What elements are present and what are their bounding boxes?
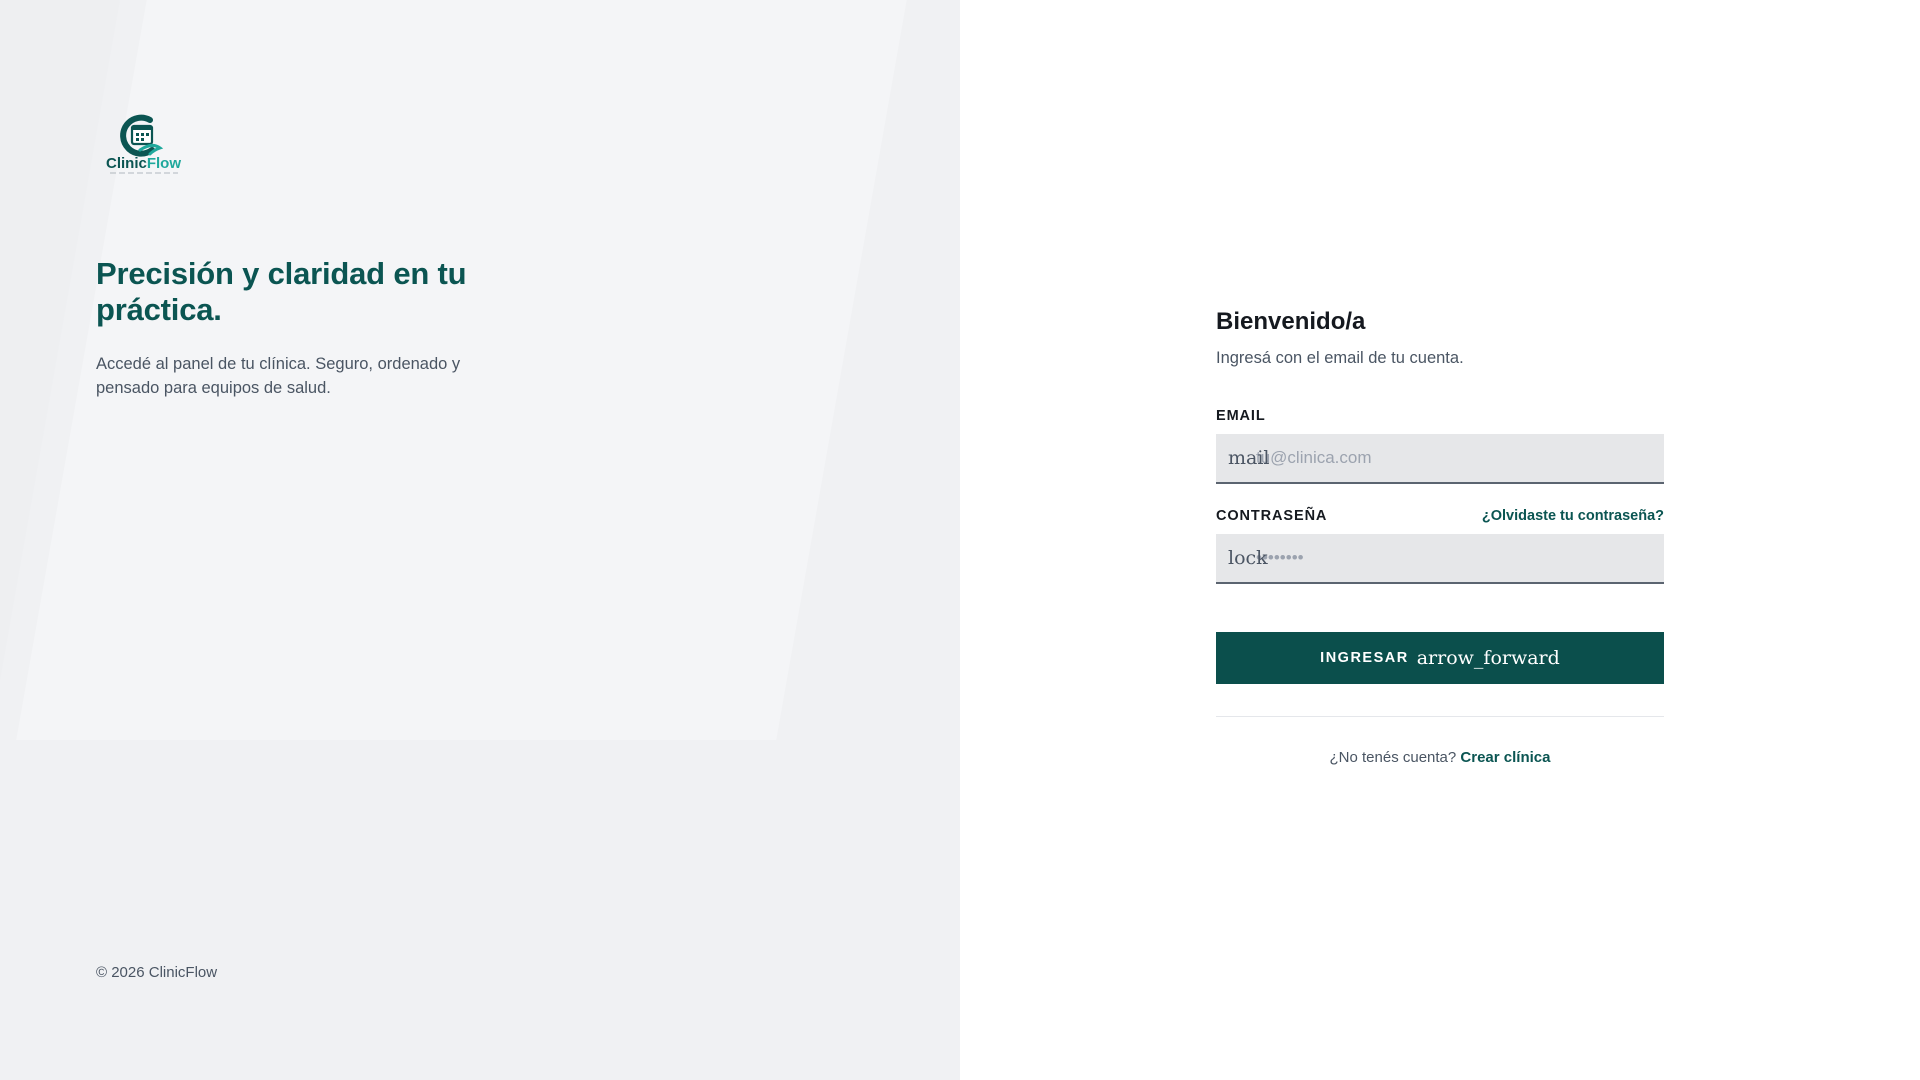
password-input[interactable] xyxy=(1216,534,1664,582)
create-clinic-link[interactable]: Crear clínica xyxy=(1460,749,1550,766)
email-label-row: EMAIL xyxy=(1216,408,1664,424)
password-label: CONTRASEÑA xyxy=(1216,508,1328,524)
login-page: ClinicFlow Precisión y claridad en tu pr… xyxy=(0,0,1920,1080)
logo-text-clinic: Clinic xyxy=(106,155,147,172)
svg-text:ClinicFlow: ClinicFlow xyxy=(106,155,181,172)
hero-title: Precisión y claridad en tu práctica. xyxy=(96,256,467,327)
password-field: lock xyxy=(1216,534,1664,584)
login-form: Bienvenido/a Ingresá con el email de tu … xyxy=(1216,308,1664,766)
logo-text-flow: Flow xyxy=(147,155,181,172)
password-label-row: CONTRASEÑA ¿Olvidaste tu contraseña? xyxy=(1216,508,1664,524)
email-input[interactable] xyxy=(1216,434,1664,482)
welcome-title: Bienvenido/a xyxy=(1216,308,1366,335)
brand-panel: ClinicFlow Precisión y claridad en tu pr… xyxy=(0,0,960,1080)
signup-prompt: ¿No tenés cuenta? Crear clínica xyxy=(1216,749,1664,766)
login-panel: Bienvenido/a Ingresá con el email de tu … xyxy=(960,0,1920,1080)
no-account-text: ¿No tenés cuenta? xyxy=(1329,749,1457,766)
divider xyxy=(1216,716,1664,717)
login-button-label: INGRESAR xyxy=(1320,650,1409,666)
forgot-password-link[interactable]: ¿Olvidaste tu contraseña? xyxy=(1482,508,1664,524)
lock-icon: lock xyxy=(1228,547,1268,569)
welcome-subtitle: Ingresá con el email de tu cuenta. xyxy=(1216,349,1464,367)
clinicflow-logo: ClinicFlow xyxy=(106,110,182,176)
mail-icon: mail xyxy=(1228,447,1270,469)
login-button[interactable]: INGRESAR arrow_forward xyxy=(1216,632,1664,684)
arrow-forward-icon: arrow_forward xyxy=(1416,647,1560,669)
email-label: EMAIL xyxy=(1216,408,1266,424)
email-field: mail xyxy=(1216,434,1664,484)
copyright-text: © 2026 ClinicFlow xyxy=(96,964,218,981)
hero-subtitle: Accedé al panel de tu clínica. Seguro, o… xyxy=(96,355,461,397)
